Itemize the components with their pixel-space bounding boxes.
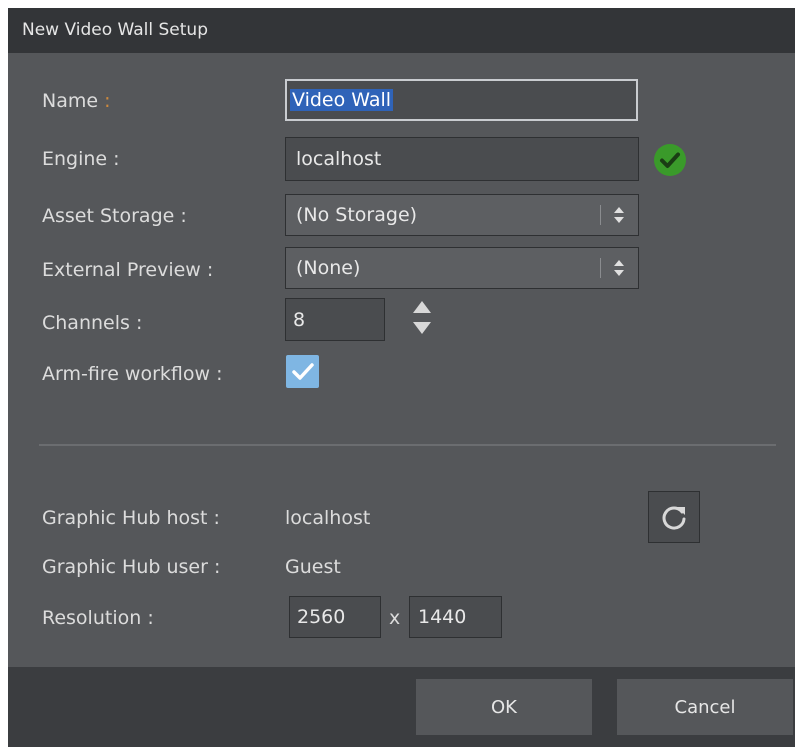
channels-stepper[interactable] [411, 299, 433, 337]
external-preview-label: External Preview : [42, 259, 214, 281]
channels-input[interactable]: 8 [285, 298, 385, 341]
asset-storage-select[interactable]: (No Storage) [285, 194, 639, 236]
hub-host-label: Graphic Hub host : [42, 507, 220, 529]
stepper-down-icon [413, 322, 431, 334]
channels-value: 8 [293, 308, 306, 331]
hub-user-value: Guest [285, 556, 341, 578]
external-preview-select[interactable]: (None) [285, 247, 639, 289]
hub-user-label: Graphic Hub user : [42, 556, 221, 578]
section-divider [39, 444, 776, 446]
resolution-width-value: 2560 [297, 606, 346, 628]
stepper-up-icon [413, 301, 431, 313]
checkmark-icon [291, 362, 314, 380]
engine-input-value: localhost [296, 148, 382, 170]
resolution-label: Resolution : [42, 607, 154, 629]
resolution-width-input[interactable]: 2560 [289, 596, 381, 638]
name-label-colon: : [98, 90, 111, 112]
asset-storage-value: (No Storage) [296, 204, 418, 226]
hub-host-value: localhost [285, 507, 371, 529]
name-input[interactable]: Video Wall [285, 79, 638, 121]
dialog-title: New Video Wall Setup [8, 8, 795, 53]
resolution-height-value: 1440 [418, 606, 467, 628]
engine-input[interactable]: localhost [285, 137, 639, 181]
asset-storage-label: Asset Storage : [42, 205, 187, 227]
resolution-height-input[interactable]: 1440 [409, 596, 502, 638]
refresh-icon [662, 506, 686, 530]
arm-fire-checkbox[interactable] [286, 355, 319, 388]
updown-arrows-icon [600, 248, 638, 288]
refresh-button[interactable] [648, 491, 700, 543]
external-preview-value: (None) [296, 257, 361, 279]
video-wall-setup-dialog: New Video Wall Setup Name : Video Wall E… [8, 8, 795, 747]
name-label-text: Name [42, 90, 99, 112]
engine-label: Engine : [42, 148, 120, 170]
dialog-footer: OK Cancel [8, 667, 795, 747]
ok-button[interactable]: OK [416, 679, 592, 735]
name-label: Name : [42, 90, 111, 112]
resolution-separator: x [389, 607, 401, 629]
arm-fire-label: Arm-fire workflow : [42, 363, 223, 385]
name-input-value: Video Wall [290, 89, 394, 111]
cancel-button[interactable]: Cancel [617, 679, 793, 735]
updown-arrows-icon [600, 195, 638, 235]
check-circle-icon [653, 143, 687, 177]
channels-label: Channels : [42, 312, 143, 334]
